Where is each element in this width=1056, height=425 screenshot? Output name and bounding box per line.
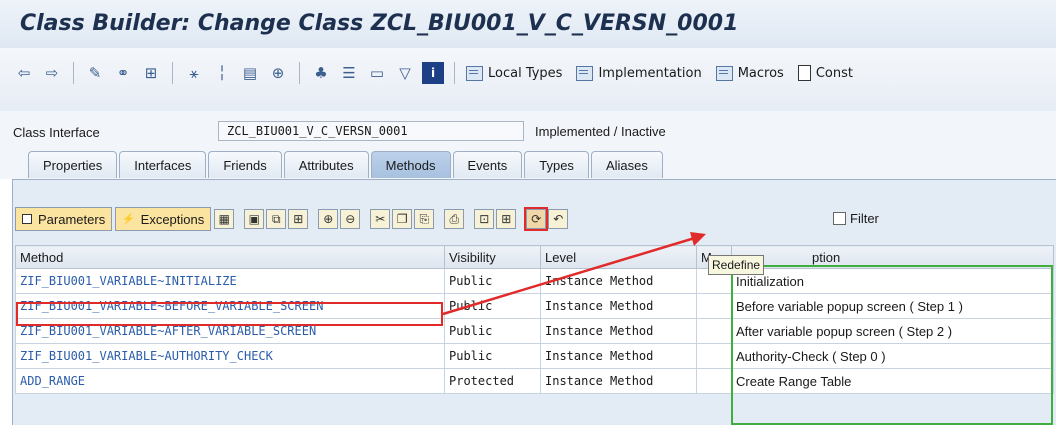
redefine-tooltip: Redefine: [708, 255, 765, 275]
arrow-line: [442, 235, 699, 316]
arrow-head-icon: [690, 232, 706, 246]
annotation-arrow: [442, 232, 706, 316]
